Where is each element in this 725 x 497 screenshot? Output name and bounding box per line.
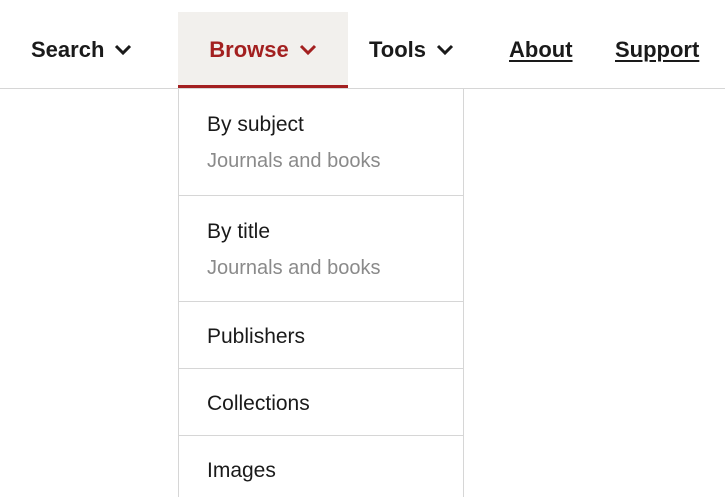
nav-browse-label: Browse xyxy=(209,37,289,62)
nav-search-label: Search xyxy=(31,37,105,62)
nav-support-link[interactable]: Support xyxy=(615,12,699,88)
nav-tools-menu[interactable]: Tools xyxy=(369,12,454,88)
nav-tools-label: Tools xyxy=(369,37,427,62)
menu-item-by-subject[interactable]: By subject Journals and books xyxy=(179,89,463,196)
browse-dropdown-menu: By subject Journals and books By title J… xyxy=(178,89,464,497)
nav-search-menu[interactable]: Search xyxy=(31,12,132,88)
menu-item-publishers[interactable]: Publishers xyxy=(179,302,463,369)
menu-item-title: By subject xyxy=(207,113,304,136)
menu-item-subtitle: Journals and books xyxy=(207,150,381,172)
menu-item-title: By title xyxy=(207,220,271,243)
nav-about-link[interactable]: About xyxy=(509,12,573,88)
chevron-down-icon xyxy=(436,44,454,56)
chevron-down-icon xyxy=(299,44,317,56)
menu-item-images[interactable]: Images xyxy=(179,436,463,497)
nav-browse-menu[interactable]: Browse xyxy=(178,12,348,88)
main-navigation: Search Browse Tools About Support xyxy=(0,0,725,89)
menu-item-by-title[interactable]: By title Journals and books xyxy=(179,196,463,302)
menu-item-title: Images xyxy=(207,459,276,482)
menu-item-collections[interactable]: Collections xyxy=(179,369,463,436)
menu-item-title: Publishers xyxy=(207,325,306,348)
chevron-down-icon xyxy=(114,44,132,56)
menu-item-subtitle: Journals and books xyxy=(207,257,381,279)
menu-item-title: Collections xyxy=(207,392,310,415)
